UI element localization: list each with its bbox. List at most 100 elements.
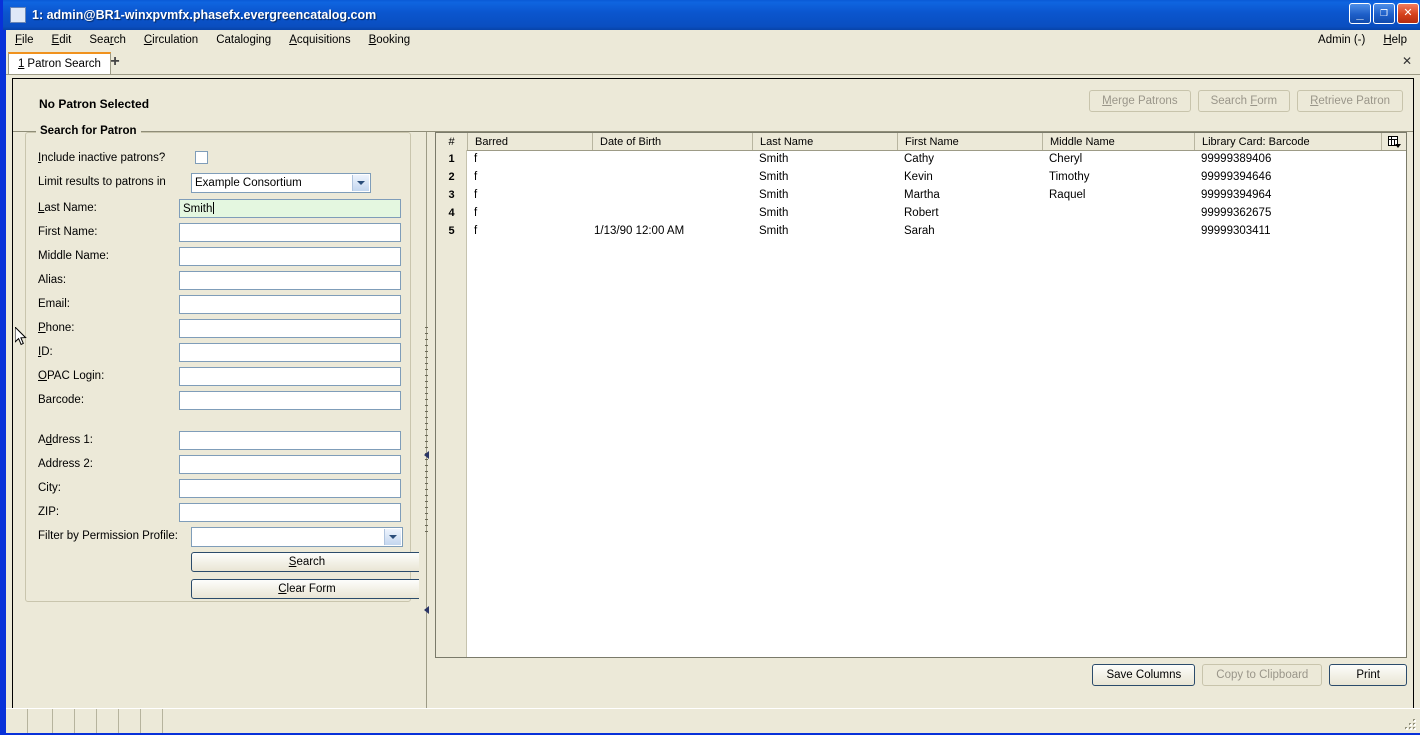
title-bar: 1: admin@BR1-winxpvmfx.phasefx.evergreen…: [3, 0, 1420, 30]
cell-first-name: Martha: [904, 189, 940, 201]
status-segment-6: [119, 709, 141, 733]
cell-library-card: 99999394646: [1201, 171, 1272, 183]
splitter-collapse-icon-bottom[interactable]: [422, 605, 431, 614]
search-fieldset: Search for Patron Include inactive patro…: [25, 125, 423, 602]
field-row-city: City:: [26, 479, 412, 503]
minimize-icon: _: [1356, 6, 1364, 21]
status-segment-3: [53, 709, 75, 733]
field-row-last-name: Last Name: Smith: [26, 199, 412, 223]
search-panel: Search for Patron Include inactive patro…: [13, 125, 423, 726]
table-row[interactable]: 4 f Smith Robert 99999362675: [436, 204, 1406, 222]
id-input[interactable]: [179, 343, 401, 362]
cell-middle-name: Cheryl: [1049, 153, 1083, 165]
new-tab-button[interactable]: +: [106, 53, 124, 71]
maximize-button[interactable]: ❐: [1373, 3, 1395, 24]
close-tab-icon[interactable]: ✕: [1402, 54, 1412, 68]
phone-input[interactable]: [179, 319, 401, 338]
panel-splitter[interactable]: [419, 132, 435, 726]
tab-patron-search[interactable]: 1 Patron Search: [8, 52, 111, 74]
cell-row-number: 3: [448, 189, 455, 201]
column-header-dob[interactable]: Date of Birth: [592, 133, 752, 150]
cell-barred: f: [474, 189, 478, 201]
email-input[interactable]: [179, 295, 401, 314]
patron-summary-bar: No Patron Selected Merge Patrons Search …: [13, 79, 1413, 132]
table-row[interactable]: 3 f Smith Martha Raquel 99999394964: [436, 186, 1406, 204]
field-row-middle-name: Middle Name:: [26, 247, 412, 271]
menu-acquisitions[interactable]: Acquisitions: [280, 31, 359, 49]
column-header-first-name[interactable]: First Name: [897, 133, 1042, 150]
field-row-address2: Address 2:: [26, 455, 412, 479]
menu-circulation[interactable]: Circulation: [135, 31, 207, 49]
menu-help[interactable]: Help: [1374, 31, 1416, 49]
field-row-zip: ZIP:: [26, 503, 412, 527]
patron-action-buttons: Merge Patrons Search Form Retrieve Patro…: [1089, 90, 1403, 112]
last-name-input[interactable]: Smith: [179, 199, 401, 218]
cell-last-name: Smith: [759, 225, 789, 237]
menu-file[interactable]: File: [6, 31, 43, 49]
column-header-last-name[interactable]: Last Name: [752, 133, 897, 150]
field-row-barcode: Barcode:: [26, 391, 412, 415]
menu-search[interactable]: Search: [80, 31, 134, 49]
label-address2: Address 2:: [38, 458, 93, 470]
column-header-barred[interactable]: Barred: [467, 133, 592, 150]
print-button[interactable]: Print: [1329, 664, 1407, 686]
column-header-middle-name[interactable]: Middle Name: [1042, 133, 1194, 150]
alias-input[interactable]: [179, 271, 401, 290]
field-row-include-inactive: Include inactive patrons?: [26, 149, 412, 173]
results-action-buttons: Save Columns Copy to Clipboard Print: [1092, 664, 1407, 686]
address1-input[interactable]: [179, 431, 401, 450]
limit-results-select[interactable]: Example Consortium: [191, 173, 371, 193]
cell-middle-name: Raquel: [1049, 189, 1086, 201]
table-row[interactable]: 2 f Smith Kevin Timothy 99999394646: [436, 168, 1406, 186]
cell-barred: f: [474, 153, 478, 165]
first-name-input[interactable]: [179, 223, 401, 242]
menu-admin[interactable]: Admin (-): [1309, 31, 1374, 49]
cell-first-name: Cathy: [904, 153, 935, 165]
field-row-limit-results: Limit results to patrons in Example Cons…: [26, 173, 412, 197]
table-row[interactable]: 1 f Smith Cathy Cheryl 99999389406: [436, 150, 1406, 168]
menu-booking[interactable]: Booking: [360, 31, 420, 49]
limit-results-value: Example Consortium: [195, 177, 302, 189]
merge-patrons-button[interactable]: Merge Patrons: [1089, 90, 1191, 112]
barcode-input[interactable]: [179, 391, 401, 410]
permission-profile-select[interactable]: [191, 527, 403, 547]
column-header-library-card[interactable]: Library Card: Barcode: [1194, 133, 1382, 150]
save-columns-button[interactable]: Save Columns: [1092, 664, 1196, 686]
label-alias: Alias:: [38, 274, 67, 286]
column-picker-icon[interactable]: [1381, 133, 1406, 150]
cell-last-name: Smith: [759, 171, 789, 183]
table-row[interactable]: 5 f 1/13/90 12:00 AM Smith Sarah 9999930…: [436, 222, 1406, 240]
field-row-email: Email:: [26, 295, 412, 319]
minimize-button[interactable]: _: [1349, 3, 1371, 24]
close-button[interactable]: ✕: [1397, 3, 1419, 24]
include-inactive-checkbox[interactable]: [195, 151, 208, 164]
menu-edit[interactable]: Edit: [43, 31, 81, 49]
tab-number: 1: [18, 58, 25, 70]
city-input[interactable]: [179, 479, 401, 498]
results-grid: # Barred Date of Birth Last Name First N…: [435, 132, 1407, 658]
tab-strip: 1 Patron Search + ✕: [6, 50, 1420, 75]
cell-row-number: 1: [448, 153, 455, 165]
search-form-button[interactable]: Search Form: [1197, 90, 1291, 112]
middle-name-input[interactable]: [179, 247, 401, 266]
clear-form-button[interactable]: Clear Form: [191, 579, 423, 599]
resize-grip-icon[interactable]: [1405, 719, 1417, 731]
address2-input[interactable]: [179, 455, 401, 474]
label-email: Email:: [38, 298, 70, 310]
label-address1: Address 1:: [38, 434, 93, 446]
cell-dob: 1/13/90 12:00 AM: [594, 225, 685, 237]
search-button[interactable]: Search: [191, 552, 423, 572]
column-header-number[interactable]: #: [436, 133, 467, 150]
zip-input[interactable]: [179, 503, 401, 522]
cell-first-name: Kevin: [904, 171, 933, 183]
cell-row-number: 5: [448, 225, 455, 237]
cell-barred: f: [474, 225, 478, 237]
opac-login-input[interactable]: [179, 367, 401, 386]
splitter-collapse-icon-top[interactable]: [422, 450, 431, 459]
copy-to-clipboard-button[interactable]: Copy to Clipboard: [1202, 664, 1323, 686]
menu-cataloging[interactable]: Cataloging: [207, 31, 280, 49]
cell-last-name: Smith: [759, 207, 789, 219]
retrieve-patron-button[interactable]: Retrieve Patron: [1297, 90, 1403, 112]
search-fieldset-legend: Search for Patron: [36, 125, 141, 137]
cell-barred: f: [474, 207, 478, 219]
